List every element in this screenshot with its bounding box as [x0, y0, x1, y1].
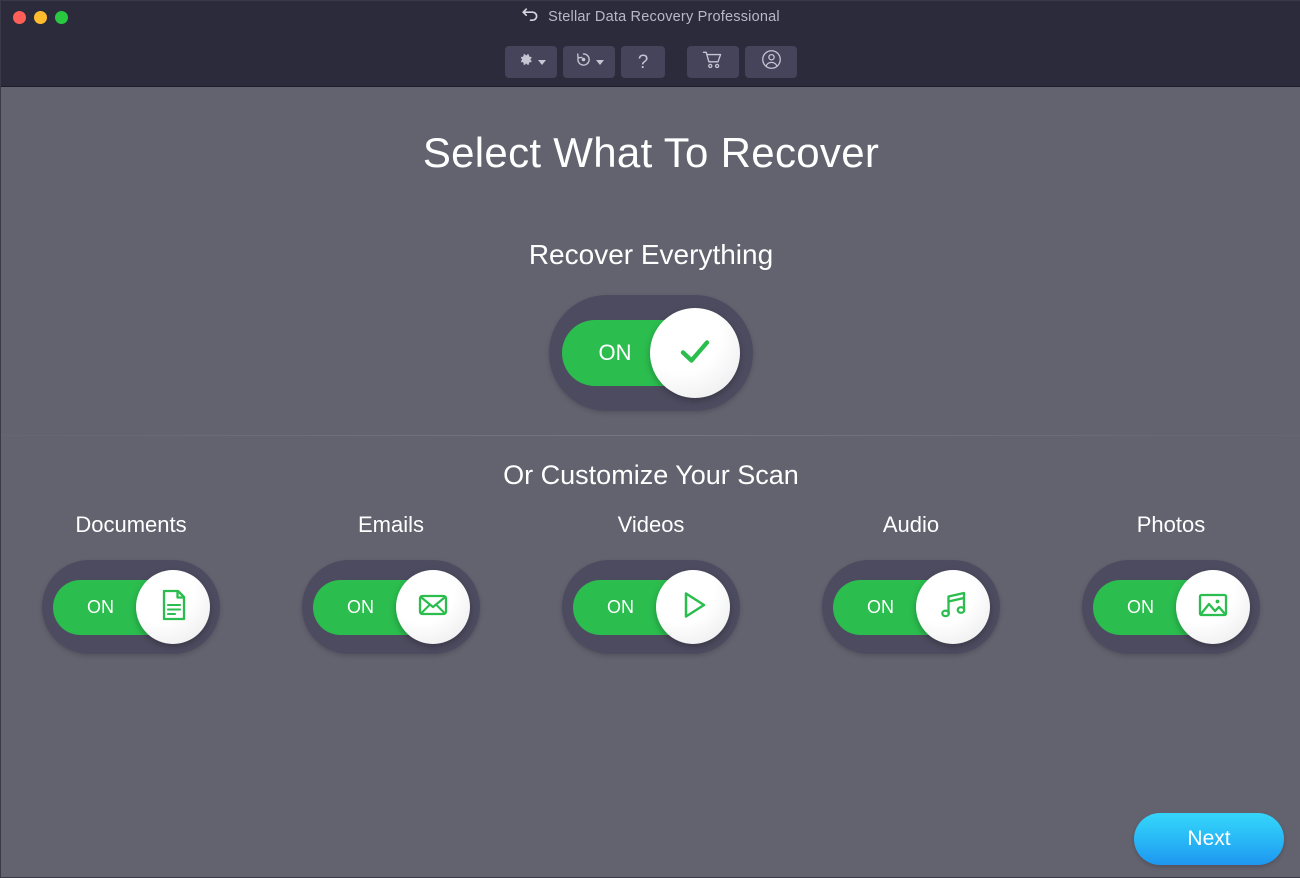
category-audio: Audio ON — [786, 512, 1036, 654]
user-account-icon — [761, 49, 782, 75]
toggle-knob[interactable] — [396, 570, 470, 644]
recover-everything-toggle[interactable]: ON — [549, 295, 753, 411]
window-titlebar: Stellar Data Recovery Professional — [1, 1, 1300, 87]
toolbar-left-group: ? — [505, 46, 665, 78]
question-mark-icon: ? — [638, 53, 649, 72]
settings-button[interactable] — [505, 46, 557, 78]
history-restore-icon — [575, 51, 592, 73]
toggle-knob[interactable] — [656, 570, 730, 644]
videos-toggle[interactable]: ON — [562, 560, 740, 654]
help-button[interactable]: ? — [621, 46, 665, 78]
window-title-group: Stellar Data Recovery Professional — [1, 7, 1300, 27]
document-icon — [153, 585, 193, 630]
toggle-knob[interactable] — [1176, 570, 1250, 644]
customize-scan-label: Or Customize Your Scan — [1, 460, 1300, 491]
category-label: Photos — [1137, 512, 1206, 538]
photos-toggle[interactable]: ON — [1082, 560, 1260, 654]
undo-arrow-icon — [522, 7, 540, 27]
history-button[interactable] — [563, 46, 615, 78]
category-videos: Videos ON — [526, 512, 776, 654]
page-title: Select What To Recover — [1, 129, 1300, 177]
main-toolbar: ? — [1, 46, 1300, 78]
application-window: Stellar Data Recovery Professional — [0, 0, 1300, 878]
chevron-down-icon — [596, 60, 604, 65]
category-toggle-row: Documents ON — [1, 512, 1300, 654]
gear-icon — [517, 51, 534, 73]
main-content: Select What To Recover Recover Everythin… — [1, 87, 1300, 877]
checkmark-icon — [672, 328, 718, 379]
category-photos: Photos ON — [1046, 512, 1296, 654]
toggle-knob[interactable] — [916, 570, 990, 644]
window-title: Stellar Data Recovery Professional — [548, 9, 780, 25]
recover-everything-label: Recover Everything — [1, 239, 1300, 271]
account-button[interactable] — [745, 46, 797, 78]
toggle-knob[interactable] — [136, 570, 210, 644]
next-button[interactable]: Next — [1134, 813, 1284, 865]
category-documents: Documents ON — [6, 512, 256, 654]
music-note-icon — [932, 584, 974, 631]
category-label: Emails — [358, 512, 424, 538]
toolbar-right-group — [687, 46, 797, 78]
toggle-knob[interactable] — [650, 308, 740, 398]
audio-toggle[interactable]: ON — [822, 560, 1000, 654]
category-label: Videos — [618, 512, 685, 538]
cart-button[interactable] — [687, 46, 739, 78]
play-triangle-icon — [672, 584, 714, 631]
chevron-down-icon — [538, 60, 546, 65]
emails-toggle[interactable]: ON — [302, 560, 480, 654]
recover-everything-toggle-wrap: ON — [1, 295, 1300, 411]
section-divider — [1, 435, 1300, 436]
shopping-cart-icon — [702, 50, 724, 75]
documents-toggle[interactable]: ON — [42, 560, 220, 654]
category-label: Documents — [75, 512, 186, 538]
category-emails: Emails ON — [266, 512, 516, 654]
image-picture-icon — [1192, 584, 1234, 631]
envelope-icon — [412, 584, 454, 631]
category-label: Audio — [883, 512, 939, 538]
